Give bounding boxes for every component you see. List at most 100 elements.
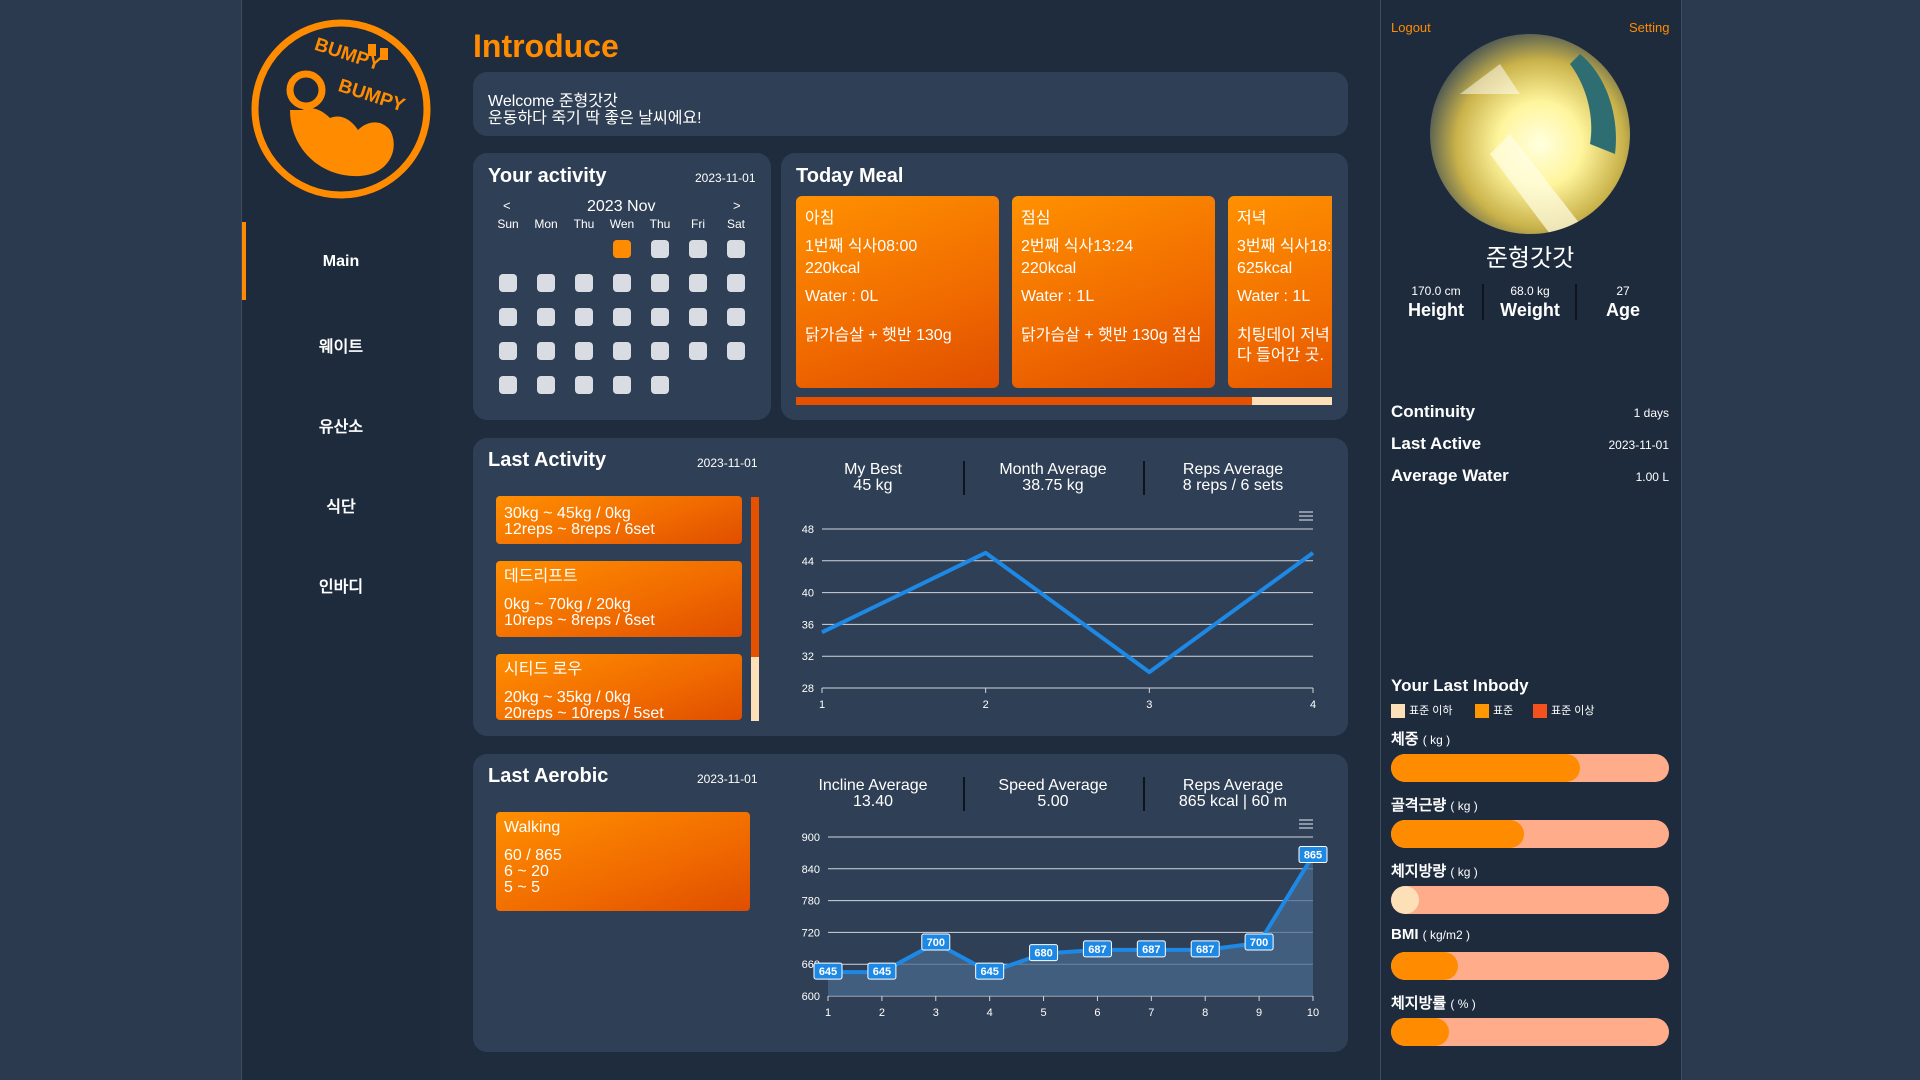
calendar-day[interactable] (689, 308, 707, 326)
x-tick-label: 1 (825, 1007, 831, 1019)
calendar-day[interactable] (575, 342, 593, 360)
activity-date: 2023-11-01 (695, 171, 756, 185)
activity-scrollbar-thumb[interactable] (751, 497, 759, 657)
activity-name: 시티드 로우 (504, 661, 583, 678)
meal-scrollbar-thumb[interactable] (796, 397, 1252, 405)
inbody-label-weight: 체중 ( kg ) (1391, 731, 1451, 748)
inbody-label-fat-rate: 체지방률 ( % ) (1391, 995, 1476, 1012)
aerobic-item[interactable]: Walking 60 / 865 6 ~ 20 5 ~ 5 (496, 812, 750, 911)
inbody-title: Your Last Inbody (1391, 676, 1529, 695)
y-tick-label: 840 (802, 864, 820, 876)
data-label: 645 (867, 962, 897, 980)
activity-item[interactable]: 시티드 로우 20kg ~ 35kg / 0kg 20reps ~ 10reps… (496, 654, 742, 720)
calendar-day[interactable] (613, 342, 631, 360)
meal-name: 1번째 식사08:00 (805, 238, 918, 255)
calendar-day[interactable] (689, 342, 707, 360)
calendar-day[interactable] (689, 240, 707, 258)
logout-link[interactable]: Logout (1391, 20, 1431, 35)
meal-name: 3번째 식사18: (1237, 238, 1332, 255)
nav-item-aerobic[interactable]: 유산소 (242, 413, 440, 437)
data-label-text: 645 (819, 966, 837, 978)
activity-item[interactable]: 데드리프트 0kg ~ 70kg / 20kg 10reps ~ 8reps /… (496, 561, 742, 637)
stat-label: Reps Average (1182, 777, 1284, 794)
calendar-day[interactable] (727, 274, 745, 292)
calendar-day[interactable] (613, 308, 631, 326)
x-tick-label: 4 (1310, 699, 1316, 711)
inbody-bar-fill (1391, 1018, 1450, 1046)
calendar-day[interactable] (613, 274, 631, 292)
last-activity-title: Last Activity (488, 449, 607, 471)
nav-item-weight[interactable]: 웨이트 (242, 333, 440, 357)
activity-reps: 20reps ~ 10reps / 5set (504, 705, 664, 721)
last-aerobic-title: Last Aerobic (488, 765, 609, 787)
legend-label: 표준 이상 (1551, 705, 1595, 717)
stat-value: 5.00 (1037, 793, 1069, 810)
calendar-day[interactable] (651, 274, 669, 292)
aerobic-line-3: 5 ~ 5 (504, 879, 541, 896)
calendar-day[interactable] (575, 376, 593, 394)
stat-divider (963, 777, 965, 811)
calendar-day[interactable] (613, 240, 631, 258)
calendar-day[interactable] (537, 342, 555, 360)
stat-divider (1143, 777, 1145, 811)
page-title: Introduce (473, 28, 619, 64)
activity-item[interactable]: 30kg ~ 45kg / 0kg 12reps ~ 8reps / 6set (496, 496, 742, 544)
calendar-day[interactable] (537, 308, 555, 326)
calendar-day[interactable] (651, 376, 669, 394)
meal-item[interactable]: 아침 1번째 식사08:00 220kcal Water : 0L 닭가슴살 +… (796, 196, 999, 388)
inbody-bar-fat-rate (1391, 1018, 1669, 1046)
calendar-day[interactable] (499, 308, 517, 326)
nav-item-main[interactable]: Main (242, 253, 440, 271)
stat-value: 38.75 kg (1022, 477, 1084, 494)
calendar-day[interactable] (651, 240, 669, 258)
calendar-day[interactable] (613, 376, 631, 394)
calendar-day[interactable] (727, 240, 745, 258)
sidebar: BUMPY BUMPY Main 웨이트 유산소 식단 인바디 (241, 0, 441, 1080)
x-tick-label: 6 (1094, 1007, 1100, 1019)
calendar-day[interactable] (651, 308, 669, 326)
calendar-day[interactable] (537, 376, 555, 394)
metric-height: 170.0 cm Height (1396, 284, 1476, 321)
activity-weight: 30kg ~ 45kg / 0kg (504, 505, 631, 522)
meal-item[interactable]: 점심 2번째 식사13:24 220kcal Water : 1L 닭가슴살 +… (1012, 196, 1215, 388)
bumpy-logo[interactable]: BUMPY BUMPY (250, 18, 432, 200)
calendar-next-button[interactable]: > (733, 198, 741, 213)
calendar-day[interactable] (727, 342, 745, 360)
calendar-day[interactable] (651, 342, 669, 360)
calendar-prev-button[interactable]: < (503, 198, 511, 213)
activity-reps: 12reps ~ 8reps / 6set (504, 521, 655, 538)
legend-standard: 표준 (1475, 702, 1513, 719)
calendar-day[interactable] (727, 308, 745, 326)
meal-scrollbar[interactable] (796, 397, 1332, 405)
logo-text-1: BUMPY (312, 34, 384, 75)
metric-value: 170.0 cm (1411, 284, 1461, 298)
x-tick-label: 2 (983, 699, 989, 711)
meal-scroller[interactable]: 아침 1번째 식사08:00 220kcal Water : 0L 닭가슴살 +… (796, 196, 1332, 392)
meal-item[interactable]: 저녁 3번째 식사18: 625kcal Water : 1L 치팅데이 저녁 … (1228, 196, 1332, 388)
summary-label: Continuity (1391, 402, 1476, 421)
calendar-day[interactable] (499, 274, 517, 292)
calendar-day[interactable] (575, 274, 593, 292)
meal-kcal: 220kcal (805, 260, 861, 277)
activity-scrollbar[interactable] (751, 497, 759, 721)
avatar[interactable] (1430, 34, 1630, 234)
setting-link[interactable]: Setting (1629, 20, 1669, 35)
calendar-day[interactable] (499, 376, 517, 394)
nav-item-inbody[interactable]: 인바디 (242, 573, 440, 597)
x-tick-label: 4 (987, 1007, 993, 1019)
calendar-day[interactable] (537, 274, 555, 292)
calendar-day[interactable] (689, 274, 707, 292)
chart-menu-icon (1299, 511, 1313, 521)
calendar-day[interactable] (575, 308, 593, 326)
calendar-day[interactable] (499, 342, 517, 360)
stat-label: My Best (844, 461, 902, 478)
y-tick-label: 780 (802, 896, 820, 908)
nav-item-meal[interactable]: 식단 (242, 493, 440, 517)
x-tick-label: 3 (933, 1007, 939, 1019)
data-label: 865 (1298, 846, 1328, 864)
summary-value: 1.00 L (1635, 470, 1669, 484)
welcome-line-2: 운동하다 죽기 딱 좋은 날씨에요! (488, 110, 702, 127)
inbody-bar-fat-mass (1391, 886, 1669, 914)
stat-divider (1143, 461, 1145, 495)
x-tick-label: 10 (1307, 1007, 1319, 1019)
